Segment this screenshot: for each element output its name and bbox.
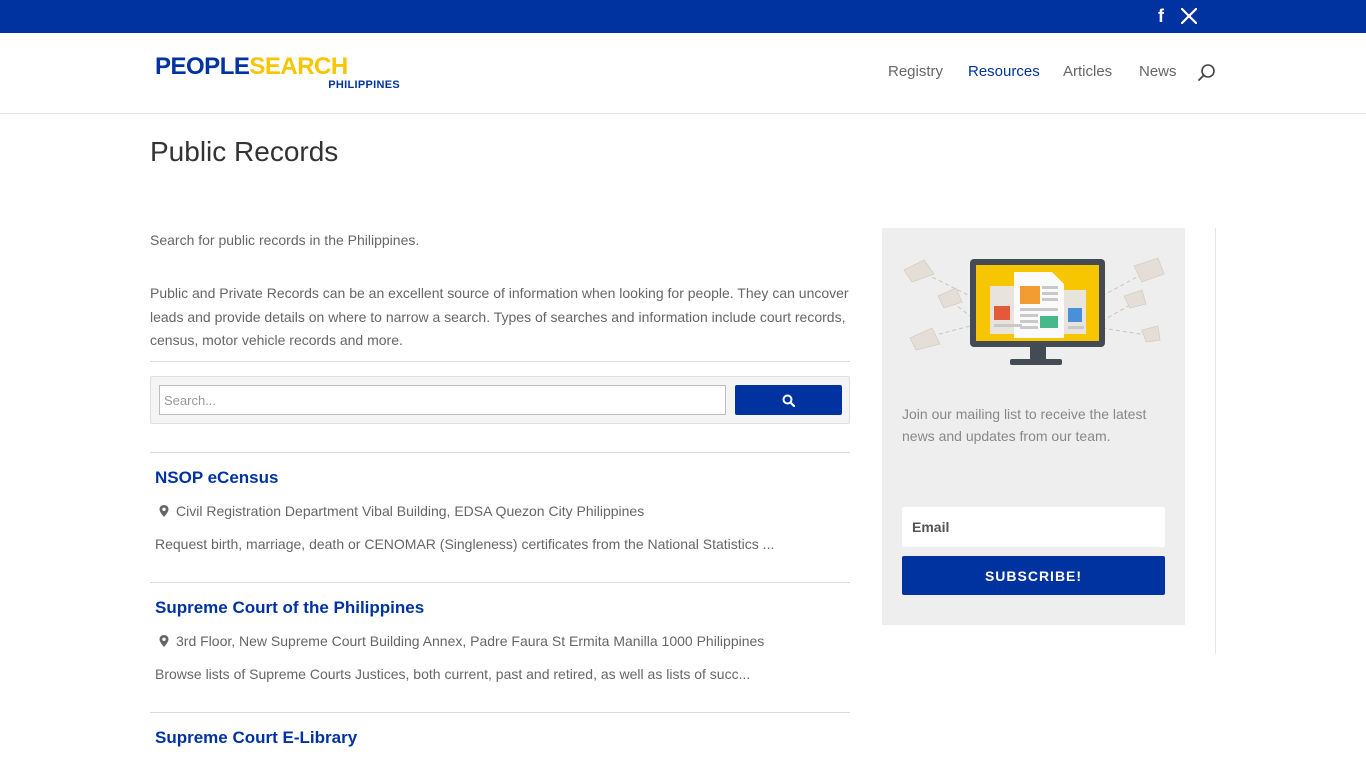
- subscribe-button[interactable]: SUBSCRIBE!: [902, 556, 1165, 595]
- site-header: PEOPLESEARCH PHILIPPINES Registry Resour…: [0, 33, 1366, 114]
- map-pin-icon: [159, 635, 169, 647]
- map-pin-icon: [159, 505, 169, 517]
- logo-subtitle: PHILIPPINES: [328, 79, 400, 91]
- logo-part-people: PEOPLE: [155, 53, 250, 80]
- logo-wordmark: PEOPLESEARCH: [155, 55, 348, 79]
- listing-address: Civil Registration Department Vibal Buil…: [158, 503, 644, 519]
- body-text: Public and Private Records can be an exc…: [150, 285, 849, 348]
- listing-address: 3rd Floor, New Supreme Court Building An…: [158, 633, 764, 649]
- newsletter-illustration: [903, 257, 1165, 365]
- listing-address-text: Civil Registration Department Vibal Buil…: [176, 503, 645, 519]
- search-input[interactable]: [159, 385, 726, 415]
- nav-articles[interactable]: Articles: [1063, 63, 1112, 83]
- site-logo[interactable]: PEOPLESEARCH PHILIPPINES: [155, 55, 405, 95]
- listing-address-text: 3rd Floor, New Supreme Court Building An…: [176, 633, 765, 649]
- listing-description: Request birth, marriage, death or CENOMA…: [155, 536, 775, 552]
- search-icon: [782, 394, 795, 407]
- divider: [150, 582, 850, 583]
- logo-part-search: SEARCH: [249, 53, 348, 80]
- email-field[interactable]: [902, 507, 1165, 547]
- nav-registry[interactable]: Registry: [888, 63, 943, 83]
- listing-title[interactable]: Supreme Court of the Philippines: [155, 598, 424, 618]
- facebook-icon[interactable]: f: [1152, 5, 1170, 27]
- search-icon[interactable]: [1197, 63, 1217, 83]
- listing-description: Browse lists of Supreme Courts Justices,…: [155, 666, 751, 682]
- sidebar-divider: [1215, 228, 1216, 654]
- nav-resources[interactable]: Resources: [968, 63, 1040, 83]
- x-icon[interactable]: [1178, 5, 1200, 27]
- divider: [150, 361, 850, 362]
- listing-title[interactable]: NSOP eCensus: [155, 468, 278, 488]
- search-button[interactable]: [735, 385, 842, 415]
- listing-search-box: [150, 376, 850, 424]
- nav-news[interactable]: News: [1139, 63, 1177, 83]
- listing-title[interactable]: Supreme Court E-Library: [155, 728, 357, 748]
- newsletter-widget: Join our mailing list to receive the lat…: [882, 228, 1185, 625]
- divider: [150, 712, 850, 713]
- intro-text: Search for public records in the Philipp…: [150, 232, 420, 248]
- page-title: Public Records: [150, 136, 339, 167]
- divider: [150, 452, 850, 453]
- newsletter-text: Join our mailing list to receive the lat…: [902, 406, 1147, 444]
- top-bar: f: [0, 0, 1366, 33]
